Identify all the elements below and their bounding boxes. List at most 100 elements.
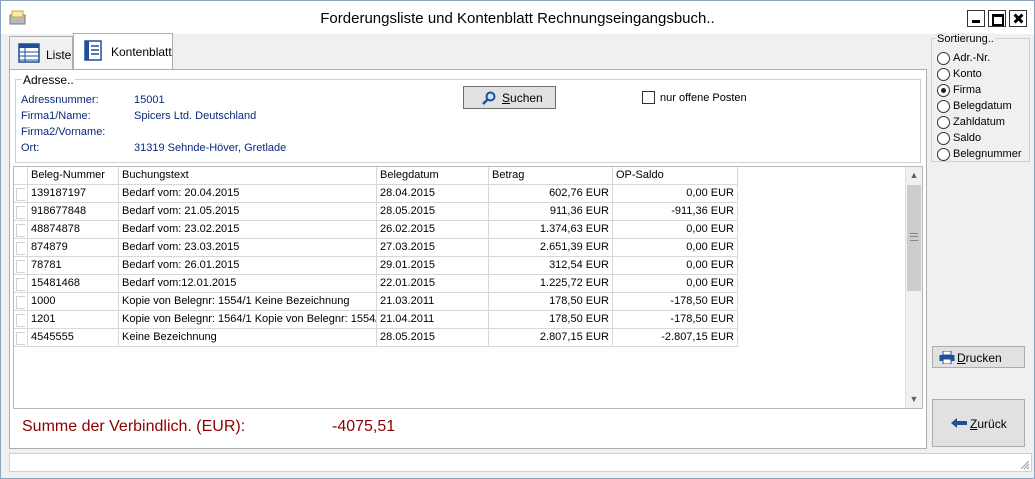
cell-buchungstext: Bedarf vom: 26.01.2015 (119, 257, 377, 275)
tab-liste[interactable]: Liste (9, 36, 73, 69)
tab-kontenblatt[interactable]: Kontenblatt (73, 33, 173, 69)
cell-buchungstext: Bedarf vom: 23.03.2015 (119, 239, 377, 257)
cell-op-saldo: -911,36 EUR (613, 203, 738, 221)
window-title: Forderungsliste und Kontenblatt Rechnung… (320, 10, 715, 27)
resize-grip-icon[interactable] (1019, 459, 1029, 469)
minimize-icon (968, 11, 984, 26)
close-button[interactable] (1009, 10, 1027, 27)
table-row[interactable]: 1000 Kopie von Belegnr: 1554/1 Keine Bez… (14, 293, 738, 311)
company2-label: Firma2/Vorname: (21, 126, 106, 138)
radio-button[interactable] (937, 68, 950, 81)
close-icon (1010, 11, 1026, 26)
cell-op-saldo: -178,50 EUR (613, 311, 738, 329)
table-row[interactable]: 15481468 Bedarf vom:12.01.2015 22.01.201… (14, 275, 738, 293)
maximize-button[interactable] (988, 10, 1006, 27)
cell-betrag: 2.807,15 EUR (489, 329, 613, 347)
cell-betrag: 1.225,72 EUR (489, 275, 613, 293)
row-selector[interactable] (14, 275, 28, 293)
row-selector[interactable] (14, 203, 28, 221)
column-header-op-saldo[interactable]: OP-Saldo (613, 167, 738, 185)
cell-buchungstext: Kopie von Belegnr: 1554/1 Keine Bezeichn… (119, 293, 377, 311)
row-selector[interactable] (14, 239, 28, 257)
cell-beleg-nummer: 15481468 (28, 275, 119, 293)
cell-belegdatum: 21.04.2011 (377, 311, 489, 329)
ledger-grid[interactable]: Beleg-Nummer Buchungstext Belegdatum Bet… (13, 166, 923, 409)
printer-icon (939, 351, 955, 364)
cell-op-saldo: 0,00 EUR (613, 275, 738, 293)
sort-option-label: Konto (953, 68, 982, 80)
arrow-left-icon (951, 418, 967, 428)
row-selector[interactable] (14, 311, 28, 329)
radio-button-selected[interactable] (937, 84, 950, 97)
sort-option-label: Belegnummer (953, 148, 1022, 160)
address-group: Adresse.. Adressnummer: 15001 Firma1/Nam… (15, 73, 921, 163)
cell-buchungstext: Kopie von Belegnr: 1564/1 Kopie von Bele… (119, 311, 377, 329)
grid-header: Beleg-Nummer Buchungstext Belegdatum Bet… (14, 167, 738, 185)
scroll-up-icon[interactable]: ▲ (906, 167, 922, 184)
column-header-belegdatum[interactable]: Belegdatum (377, 167, 489, 185)
cell-belegdatum: 28.05.2015 (377, 203, 489, 221)
app-window: Forderungsliste und Kontenblatt Rechnung… (0, 0, 1035, 479)
table-row[interactable]: 139187197 Bedarf vom: 20.04.2015 28.04.2… (14, 185, 738, 203)
cell-op-saldo: -178,50 EUR (613, 293, 738, 311)
cell-buchungstext: Bedarf vom: 20.04.2015 (119, 185, 377, 203)
row-selector[interactable] (14, 257, 28, 275)
cell-beleg-nummer: 1201 (28, 311, 119, 329)
back-button-label: Zurück (970, 417, 1007, 431)
table-row[interactable]: 918677848 Bedarf vom: 21.05.2015 28.05.2… (14, 203, 738, 221)
vertical-scrollbar[interactable]: ▲ ▼ (905, 167, 922, 408)
maximize-icon (989, 11, 1005, 26)
table-row[interactable]: 78781 Bedarf vom: 26.01.2015 29.01.2015 … (14, 257, 738, 275)
back-button[interactable]: Zurück (932, 399, 1025, 447)
table-row[interactable]: 48874878 Bedarf vom: 23.02.2015 26.02.20… (14, 221, 738, 239)
cell-betrag: 602,76 EUR (489, 185, 613, 203)
table-row[interactable]: 1201 Kopie von Belegnr: 1564/1 Kopie von… (14, 311, 738, 329)
tab-liste-label: Liste (46, 48, 72, 62)
scroll-down-icon[interactable]: ▼ (906, 391, 922, 408)
cell-betrag: 312,54 EUR (489, 257, 613, 275)
print-button[interactable]: Drucken (932, 346, 1025, 368)
kontenblatt-panel: Adresse.. Adressnummer: 15001 Firma1/Nam… (9, 69, 927, 449)
radio-button[interactable] (937, 100, 950, 113)
sum-label: Summe der Verbindlich. (EUR): (22, 418, 246, 435)
column-header-buchungstext[interactable]: Buchungstext (119, 167, 377, 185)
cell-betrag: 1.374,63 EUR (489, 221, 613, 239)
row-selector[interactable] (14, 185, 28, 203)
row-selector[interactable] (14, 293, 28, 311)
cell-buchungstext: Keine Bezeichnung (119, 329, 377, 347)
cell-beleg-nummer: 4545555 (28, 329, 119, 347)
sort-option-label: Firma (953, 84, 982, 96)
open-items-checkbox[interactable] (642, 91, 655, 104)
cell-belegdatum: 22.01.2015 (377, 275, 489, 293)
cell-belegdatum: 21.03.2011 (377, 293, 489, 311)
radio-button[interactable] (937, 148, 950, 161)
cell-buchungstext: Bedarf vom: 21.05.2015 (119, 203, 377, 221)
address-number-value: 15001 (134, 94, 165, 106)
title-bar: Forderungsliste und Kontenblatt Rechnung… (1, 1, 1034, 34)
row-selector[interactable] (14, 329, 28, 347)
table-row[interactable]: 4545555 Keine Bezeichnung 28.05.2015 2.8… (14, 329, 738, 347)
open-items-label[interactable]: nur offene Posten (660, 92, 747, 104)
cell-belegdatum: 29.01.2015 (377, 257, 489, 275)
sorting-legend: Sortierung.. (936, 33, 995, 45)
minimize-button[interactable] (967, 10, 985, 27)
city-label: Ort: (21, 142, 40, 154)
column-header-betrag[interactable]: Betrag (489, 167, 613, 185)
radio-button[interactable] (937, 132, 950, 145)
cell-op-saldo: 0,00 EUR (613, 185, 738, 203)
cell-belegdatum: 26.02.2015 (377, 221, 489, 239)
cell-betrag: 178,50 EUR (489, 311, 613, 329)
column-header-beleg-nummer[interactable]: Beleg-Nummer (28, 167, 119, 185)
row-selector[interactable] (14, 221, 28, 239)
cell-betrag: 2.651,39 EUR (489, 239, 613, 257)
scroll-thumb[interactable] (907, 185, 921, 291)
search-button[interactable]: Suchen (463, 86, 556, 109)
table-row[interactable]: 874879 Bedarf vom: 23.03.2015 27.03.2015… (14, 239, 738, 257)
radio-button[interactable] (937, 116, 950, 129)
grip-icon (910, 233, 918, 241)
cell-op-saldo: -2.807,15 EUR (613, 329, 738, 347)
address-number-label: Adressnummer: (21, 94, 99, 106)
radio-button[interactable] (937, 52, 950, 65)
cell-beleg-nummer: 874879 (28, 239, 119, 257)
cell-op-saldo: 0,00 EUR (613, 239, 738, 257)
